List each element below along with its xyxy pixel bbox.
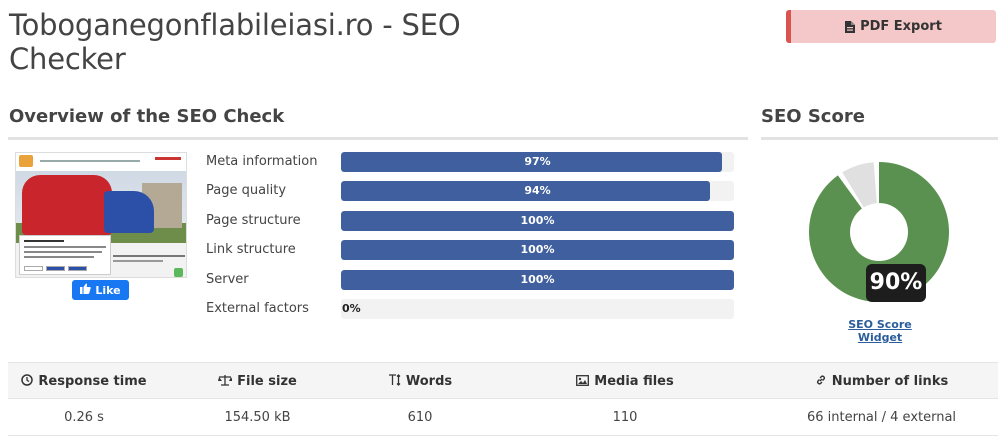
- metric-label: Page quality: [206, 183, 287, 198]
- progress-bar: 100%: [341, 270, 734, 290]
- header-file-size: File size: [160, 363, 355, 400]
- like-label: Like: [95, 283, 121, 297]
- progress-bar: 97%: [341, 152, 734, 172]
- header-words: Words: [355, 363, 485, 400]
- metric-row: Link structure 100%: [206, 240, 736, 262]
- website-screenshot-thumbnail: [15, 152, 187, 278]
- progress-bar: 100%: [341, 240, 734, 260]
- metric-label: Meta information: [206, 154, 318, 169]
- metric-row: External factors 0%: [206, 299, 736, 321]
- progress-bar-value: 97%: [524, 155, 551, 168]
- status-indicator: [174, 268, 183, 277]
- image-icon: [576, 374, 590, 389]
- seo-score-widget-link[interactable]: SEO Score Widget: [825, 318, 935, 344]
- file-size-value: 154.50 kB: [224, 410, 291, 425]
- number-of-links-value: 66 internal / 4 external: [806, 410, 957, 425]
- stats-table: Response time File size Words Media file…: [8, 362, 998, 436]
- metric-label: Link structure: [206, 242, 296, 257]
- progress-bar: 100%: [341, 211, 734, 231]
- thumbs-up-icon: [80, 283, 92, 297]
- progress-bar-value: 100%: [520, 243, 555, 256]
- overview-divider: [8, 137, 748, 140]
- overview-heading: Overview of the SEO Check: [9, 106, 285, 127]
- seo-score-value: 90%: [866, 264, 926, 302]
- progress-bar-value: 0%: [342, 302, 361, 315]
- page-title: Toboganegonflabileiasi.ro - SEO Checker: [9, 8, 461, 76]
- clock-icon: [21, 374, 34, 389]
- metric-row: Page quality 94%: [206, 181, 736, 203]
- file-pdf-icon: [845, 20, 856, 33]
- stats-header-row: Response time File size Words Media file…: [8, 362, 998, 399]
- header-response-time: Response time: [8, 363, 160, 400]
- metric-row: Meta information 97%: [206, 152, 736, 174]
- response-time-value: 0.26 s: [64, 410, 104, 425]
- link-icon: [815, 374, 827, 389]
- media-files-value: 110: [612, 410, 638, 425]
- header-media-files: Media files: [485, 363, 765, 400]
- metric-label: External factors: [206, 301, 309, 316]
- progress-bar-value: 94%: [524, 184, 551, 197]
- metric-label: Page structure: [206, 213, 301, 228]
- header-number-of-links: Number of links: [765, 363, 998, 400]
- progress-bar: 0%: [341, 299, 734, 319]
- facebook-like-button[interactable]: Like: [72, 280, 129, 300]
- words-value: 610: [407, 410, 433, 425]
- progress-bar-value: 100%: [520, 214, 555, 227]
- stats-value-row: 0.26 s 154.50 kB 610 110 66 internal / 4…: [8, 399, 998, 436]
- balance-scale-icon: [218, 374, 234, 389]
- metric-row: Server 100%: [206, 270, 736, 292]
- text-height-icon: [388, 374, 401, 389]
- seo-score-heading: SEO Score: [761, 106, 865, 127]
- pdf-export-label: PDF Export: [860, 19, 942, 34]
- progress-bar: 94%: [341, 181, 734, 201]
- metric-label: Server: [206, 272, 249, 287]
- score-divider: [761, 137, 998, 140]
- pdf-export-button[interactable]: PDF Export: [786, 10, 996, 43]
- progress-bar-value: 100%: [520, 273, 555, 286]
- metric-row: Page structure 100%: [206, 211, 736, 233]
